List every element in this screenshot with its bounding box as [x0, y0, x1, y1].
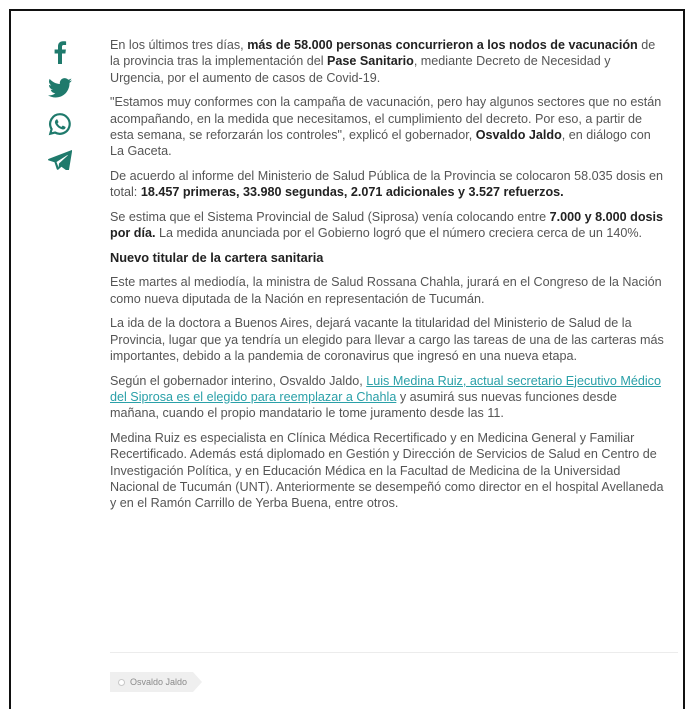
twitter-icon[interactable] — [47, 76, 73, 100]
tag-hole-icon — [118, 678, 125, 686]
paragraph: Según el gobernador interino, Osvaldo Ja… — [110, 373, 661, 421]
telegram-icon[interactable] — [47, 148, 73, 172]
tag-label: Osvaldo Jaldo — [130, 677, 188, 687]
paragraph: "Estamos muy conformes con la campaña de… — [110, 95, 662, 159]
share-bar — [46, 40, 74, 172]
paragraph: Este martes al mediodía, la ministra de … — [110, 275, 662, 306]
article-body: En los últimos tres días, más de 58.000 … — [110, 37, 666, 520]
section-heading: Nuevo titular de la cartera sanitaria — [110, 250, 324, 266]
paragraph: De acuerdo al informe del Ministerio de … — [110, 169, 664, 200]
whatsapp-icon[interactable] — [47, 112, 73, 136]
tag-osvaldo-jaldo[interactable]: Osvaldo Jaldo — [110, 672, 203, 692]
paragraph: En los últimos tres días, más de 58.000 … — [110, 38, 656, 85]
paragraph: Medina Ruiz es especialista en Clínica M… — [110, 431, 664, 511]
paragraph: La ida de la doctora a Buenos Aires, dej… — [110, 316, 664, 363]
paragraph: Se estima que el Sistema Provincial de S… — [110, 210, 664, 241]
tag-arrow — [193, 672, 203, 692]
divider — [110, 652, 678, 653]
facebook-icon[interactable] — [47, 40, 73, 64]
